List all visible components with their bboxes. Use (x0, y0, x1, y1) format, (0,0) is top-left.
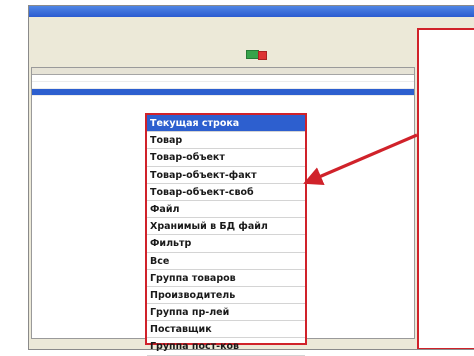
table-row[interactable] (32, 89, 414, 96)
menu-item[interactable]: Файл (147, 201, 305, 219)
table-row[interactable] (32, 75, 414, 82)
table-row[interactable] (32, 82, 414, 89)
menu-item[interactable]: Товар-объект-своб (147, 184, 305, 201)
menu-item[interactable]: Группа пост-ков (147, 338, 305, 356)
menu-item[interactable]: Фильтр (147, 235, 305, 253)
menu-bar (29, 17, 474, 26)
menu-item[interactable]: Группа пр-лей (147, 304, 305, 322)
menu-item[interactable]: Хранимый в БД файл (147, 218, 305, 236)
run-controls (243, 50, 267, 60)
menu-item[interactable]: Поставщик (147, 321, 305, 339)
window-titlebar (29, 6, 474, 17)
menu-item[interactable]: Производитель (147, 287, 305, 305)
menu-item[interactable]: Товар-объект (147, 149, 305, 167)
menu-item[interactable]: Товар-объект-факт (147, 167, 305, 184)
grid-header (32, 68, 414, 75)
context-menu: Текущая строка Товар Товар-объект Товар-объ… (145, 113, 307, 356)
menu-item[interactable]: Все (147, 253, 305, 270)
menu-item[interactable]: Товар (147, 132, 305, 150)
side-panel-list[interactable] (417, 28, 474, 349)
menu-item[interactable]: Группа товаров (147, 270, 305, 287)
menu-item[interactable]: Текущая строка (147, 115, 305, 133)
grid-body (32, 75, 414, 96)
filter-bar (29, 58, 417, 67)
